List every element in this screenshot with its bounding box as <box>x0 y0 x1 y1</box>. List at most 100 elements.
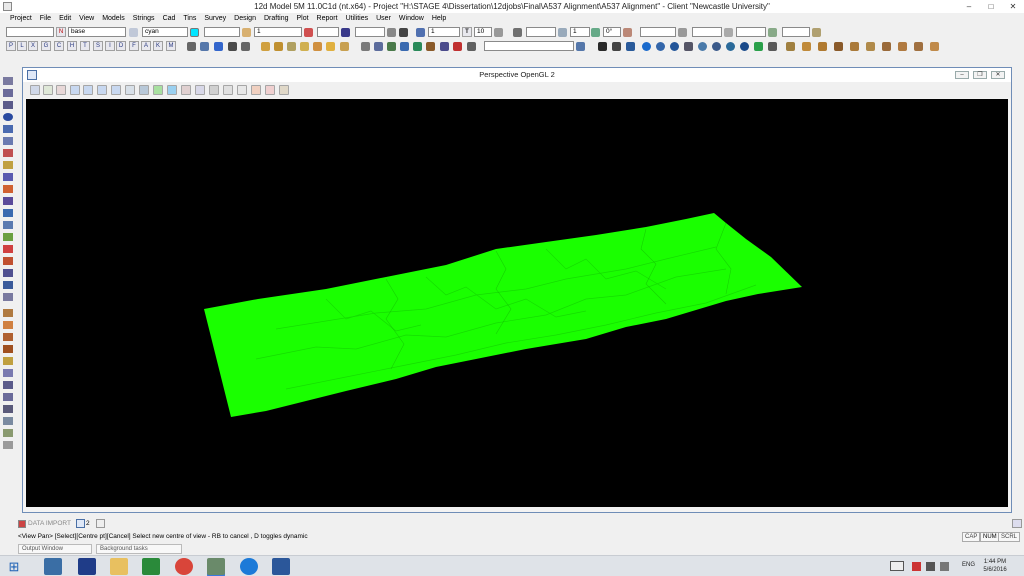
settings-view-icon[interactable] <box>209 85 219 95</box>
fill-tool-icon[interactable] <box>3 333 13 341</box>
12d-model-icon[interactable] <box>207 558 225 575</box>
models-icon[interactable] <box>287 42 296 51</box>
view-add-icon-2[interactable] <box>43 85 53 95</box>
start-icon[interactable]: ⊞ <box>5 558 23 575</box>
section-tool-icon[interactable] <box>3 417 13 425</box>
funnel-tool-icon[interactable] <box>3 281 13 289</box>
menu-help[interactable]: Help <box>428 13 450 25</box>
snap-a-button[interactable]: A <box>141 41 151 51</box>
menu-user[interactable]: User <box>372 13 395 25</box>
frame-tool-icon[interactable] <box>3 369 13 377</box>
clock[interactable]: 1:44 PM 5/6/2016 <box>980 558 1010 574</box>
text-tool-icon[interactable] <box>3 149 13 157</box>
close-icon[interactable]: ✕ <box>1002 0 1024 13</box>
pan-view-icon[interactable] <box>125 85 135 95</box>
scale-field[interactable]: 1 <box>428 27 460 37</box>
pattern-field[interactable] <box>355 27 385 37</box>
view-tab-number[interactable]: 2 <box>86 517 90 530</box>
maximize-icon[interactable]: □ <box>980 0 1002 13</box>
break-icon[interactable] <box>882 42 891 51</box>
view-restore-icon[interactable]: ❐ <box>973 71 987 79</box>
clock-icon[interactable] <box>223 85 233 95</box>
angle-icon[interactable] <box>558 28 567 37</box>
zoom-extent-icon[interactable] <box>111 85 121 95</box>
gear-icon[interactable] <box>626 42 635 51</box>
menu-edit[interactable]: Edit <box>55 13 75 25</box>
arc-tool-icon[interactable] <box>3 125 13 133</box>
join-icon[interactable] <box>866 42 875 51</box>
model-list-icon[interactable] <box>326 42 335 51</box>
pen-icon[interactable] <box>399 28 408 37</box>
navigate-icon[interactable] <box>670 42 679 51</box>
weight-icon[interactable] <box>304 28 313 37</box>
command-search-icon[interactable] <box>576 42 585 51</box>
menu-cad[interactable]: Cad <box>159 13 180 25</box>
minimize-icon[interactable]: – <box>958 0 980 13</box>
powershell-icon[interactable] <box>78 558 96 575</box>
model-query-icon[interactable] <box>340 42 349 51</box>
slope-tool-icon[interactable] <box>3 269 13 277</box>
stop-icon[interactable] <box>265 85 275 95</box>
weld-tool-icon[interactable] <box>3 393 13 401</box>
text-size-icon[interactable]: T <box>462 27 472 37</box>
zoom-icon[interactable] <box>712 42 721 51</box>
background-tasks-tab[interactable]: Background tasks <box>96 544 182 554</box>
font-field[interactable] <box>736 27 766 37</box>
style-field[interactable] <box>204 27 240 37</box>
select-icon[interactable] <box>200 42 209 51</box>
folder-icon[interactable] <box>261 42 270 51</box>
chrome-icon[interactable] <box>175 558 193 575</box>
slant-icon[interactable] <box>623 28 632 37</box>
tab-close-icon[interactable] <box>96 519 105 528</box>
offset-field[interactable] <box>640 27 676 37</box>
colour-field[interactable]: cyan <box>142 27 188 37</box>
trim-icon[interactable] <box>834 42 843 51</box>
snap-m-button[interactable]: M <box>166 41 176 51</box>
plot-icon[interactable] <box>400 42 409 51</box>
misc-tool-icon[interactable] <box>3 441 13 449</box>
sky-icon[interactable] <box>167 85 177 95</box>
text-size-field[interactable]: 10 <box>474 27 492 37</box>
snap-x-button[interactable]: X <box>28 41 38 51</box>
car-icon[interactable] <box>139 85 149 95</box>
word-icon[interactable] <box>272 558 290 575</box>
menu-models[interactable]: Models <box>98 13 129 25</box>
notification-icon[interactable] <box>912 562 921 571</box>
zoom-window-icon[interactable] <box>83 85 93 95</box>
view-fit-icon[interactable] <box>30 85 40 95</box>
globe-icon[interactable] <box>642 42 651 51</box>
snap-g-button[interactable]: G <box>41 41 51 51</box>
snap-s-button[interactable]: S <box>93 41 103 51</box>
zoom-out-icon[interactable] <box>97 85 107 95</box>
layer-field[interactable]: base <box>68 27 126 37</box>
menu-strings[interactable]: Strings <box>129 13 159 25</box>
grid-view-icon[interactable] <box>279 85 289 95</box>
marker-tool-icon[interactable] <box>3 357 13 365</box>
view-remove-icon[interactable] <box>313 42 322 51</box>
offset-dropdown-icon[interactable] <box>678 28 687 37</box>
view-minimize-icon[interactable]: – <box>955 71 969 79</box>
curve-tool-icon[interactable] <box>3 185 13 193</box>
rotation-icon[interactable] <box>591 28 600 37</box>
name-field[interactable] <box>6 27 54 37</box>
copy-icon[interactable] <box>467 42 476 51</box>
menu-window[interactable]: Window <box>395 13 428 25</box>
panel-tool-icon[interactable] <box>3 209 13 217</box>
tab-scroll-icon[interactable] <box>1012 519 1022 528</box>
tag-icon[interactable] <box>361 42 370 51</box>
language-indicator[interactable]: ENG <box>962 562 975 568</box>
height-tool-icon[interactable] <box>3 257 13 265</box>
pattern-tool-icon[interactable] <box>3 345 13 353</box>
grid-tool-icon[interactable] <box>3 197 13 205</box>
name-n-button[interactable]: N <box>56 27 66 37</box>
split-icon[interactable] <box>898 42 907 51</box>
style-icon[interactable] <box>242 28 251 37</box>
rotation-field[interactable]: 0° <box>603 27 621 37</box>
layer-icon[interactable] <box>129 28 138 37</box>
snap-i-button[interactable]: I <box>105 41 115 51</box>
offset-icon[interactable] <box>914 42 923 51</box>
rectangle-tool-icon[interactable] <box>3 137 13 145</box>
node-tool-icon[interactable] <box>3 381 13 389</box>
command-field[interactable] <box>484 41 574 51</box>
snap-p-button[interactable]: P <box>6 41 16 51</box>
